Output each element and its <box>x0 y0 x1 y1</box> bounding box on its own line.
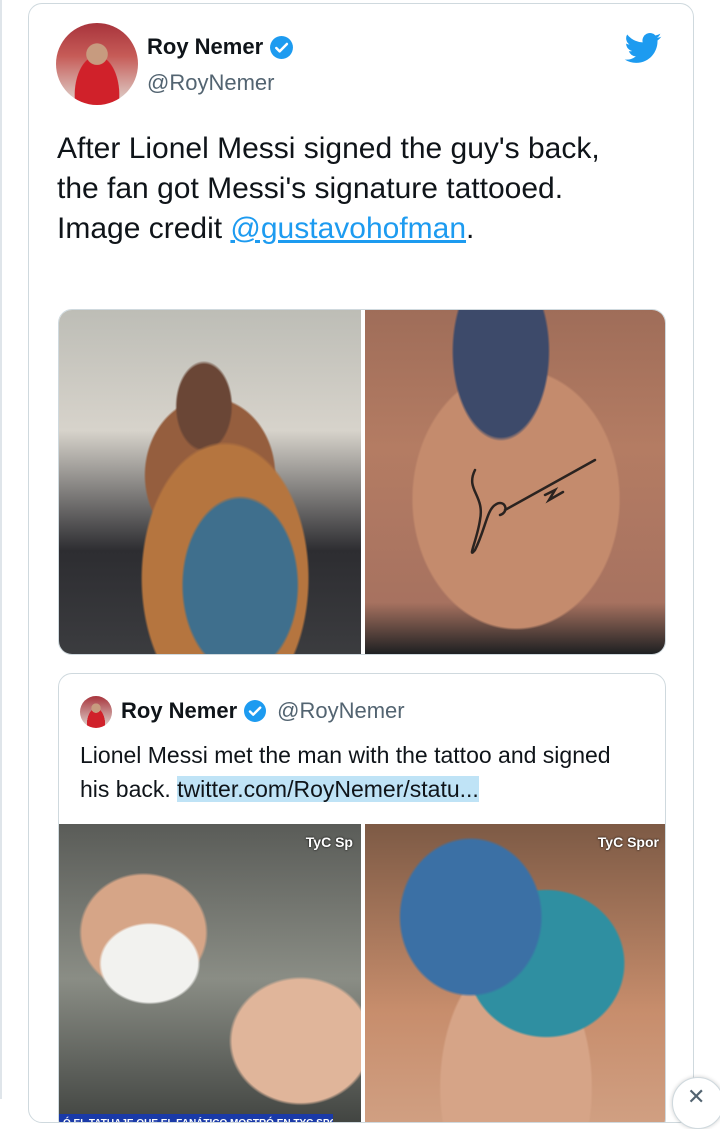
mention-link[interactable]: @gustavohofman <box>230 212 466 245</box>
tweet-text: After Lionel Messi signed the guy's back… <box>57 129 637 249</box>
author-name-row: Roy Nemer <box>147 34 294 60</box>
tweet-text-end: . <box>466 212 475 245</box>
author-display-name[interactable]: Roy Nemer <box>147 34 263 60</box>
tyc-watermark-left: TyC Sp <box>305 834 353 850</box>
twitter-bird-icon[interactable] <box>623 29 663 69</box>
tyc-watermark-right: TyC Spor <box>597 834 659 850</box>
author-handle[interactable]: @RoyNemer <box>147 70 274 96</box>
avatar[interactable] <box>56 23 138 105</box>
broadcast-caption: Ó EL TATUAJE QUE EL FANÁTICO MOSTRÓ EN T… <box>59 1114 333 1122</box>
tweet-card[interactable]: Roy Nemer @RoyNemer After Lionel Messi s… <box>28 3 694 1123</box>
quoted-text: Lionel Messi met the man with the tattoo… <box>80 738 640 806</box>
photo-back-tattoo[interactable]: TyC Spor <box>365 824 665 1122</box>
quoted-avatar[interactable] <box>80 696 112 728</box>
signature-illustration <box>470 458 597 554</box>
quoted-display-name[interactable]: Roy Nemer <box>121 698 237 724</box>
close-icon: ✕ <box>687 1084 706 1109</box>
quoted-handle[interactable]: @RoyNemer <box>277 698 404 724</box>
verified-badge-icon <box>244 700 267 722</box>
photo-signature-tattoo[interactable] <box>365 310 665 654</box>
quoted-media: TyC Sp Ó EL TATUAJE QUE EL FANÁTICO MOST… <box>59 824 665 1122</box>
quoted-header: Roy Nemer @RoyNemer <box>121 698 405 724</box>
photo-messi-signing[interactable]: TyC Sp Ó EL TATUAJE QUE EL FANÁTICO MOST… <box>59 824 361 1122</box>
tweet-media-grid <box>58 309 666 655</box>
quoted-tweet[interactable]: Roy Nemer @RoyNemer Lionel Messi met the… <box>58 673 666 1122</box>
verified-badge-icon <box>270 35 294 59</box>
close-button[interactable]: ✕ <box>672 1077 720 1129</box>
quoted-status-link[interactable]: twitter.com/RoyNemer/statu... <box>177 776 479 802</box>
photo-tattoo-artist[interactable] <box>59 310 361 654</box>
page-left-rule <box>0 0 2 1099</box>
